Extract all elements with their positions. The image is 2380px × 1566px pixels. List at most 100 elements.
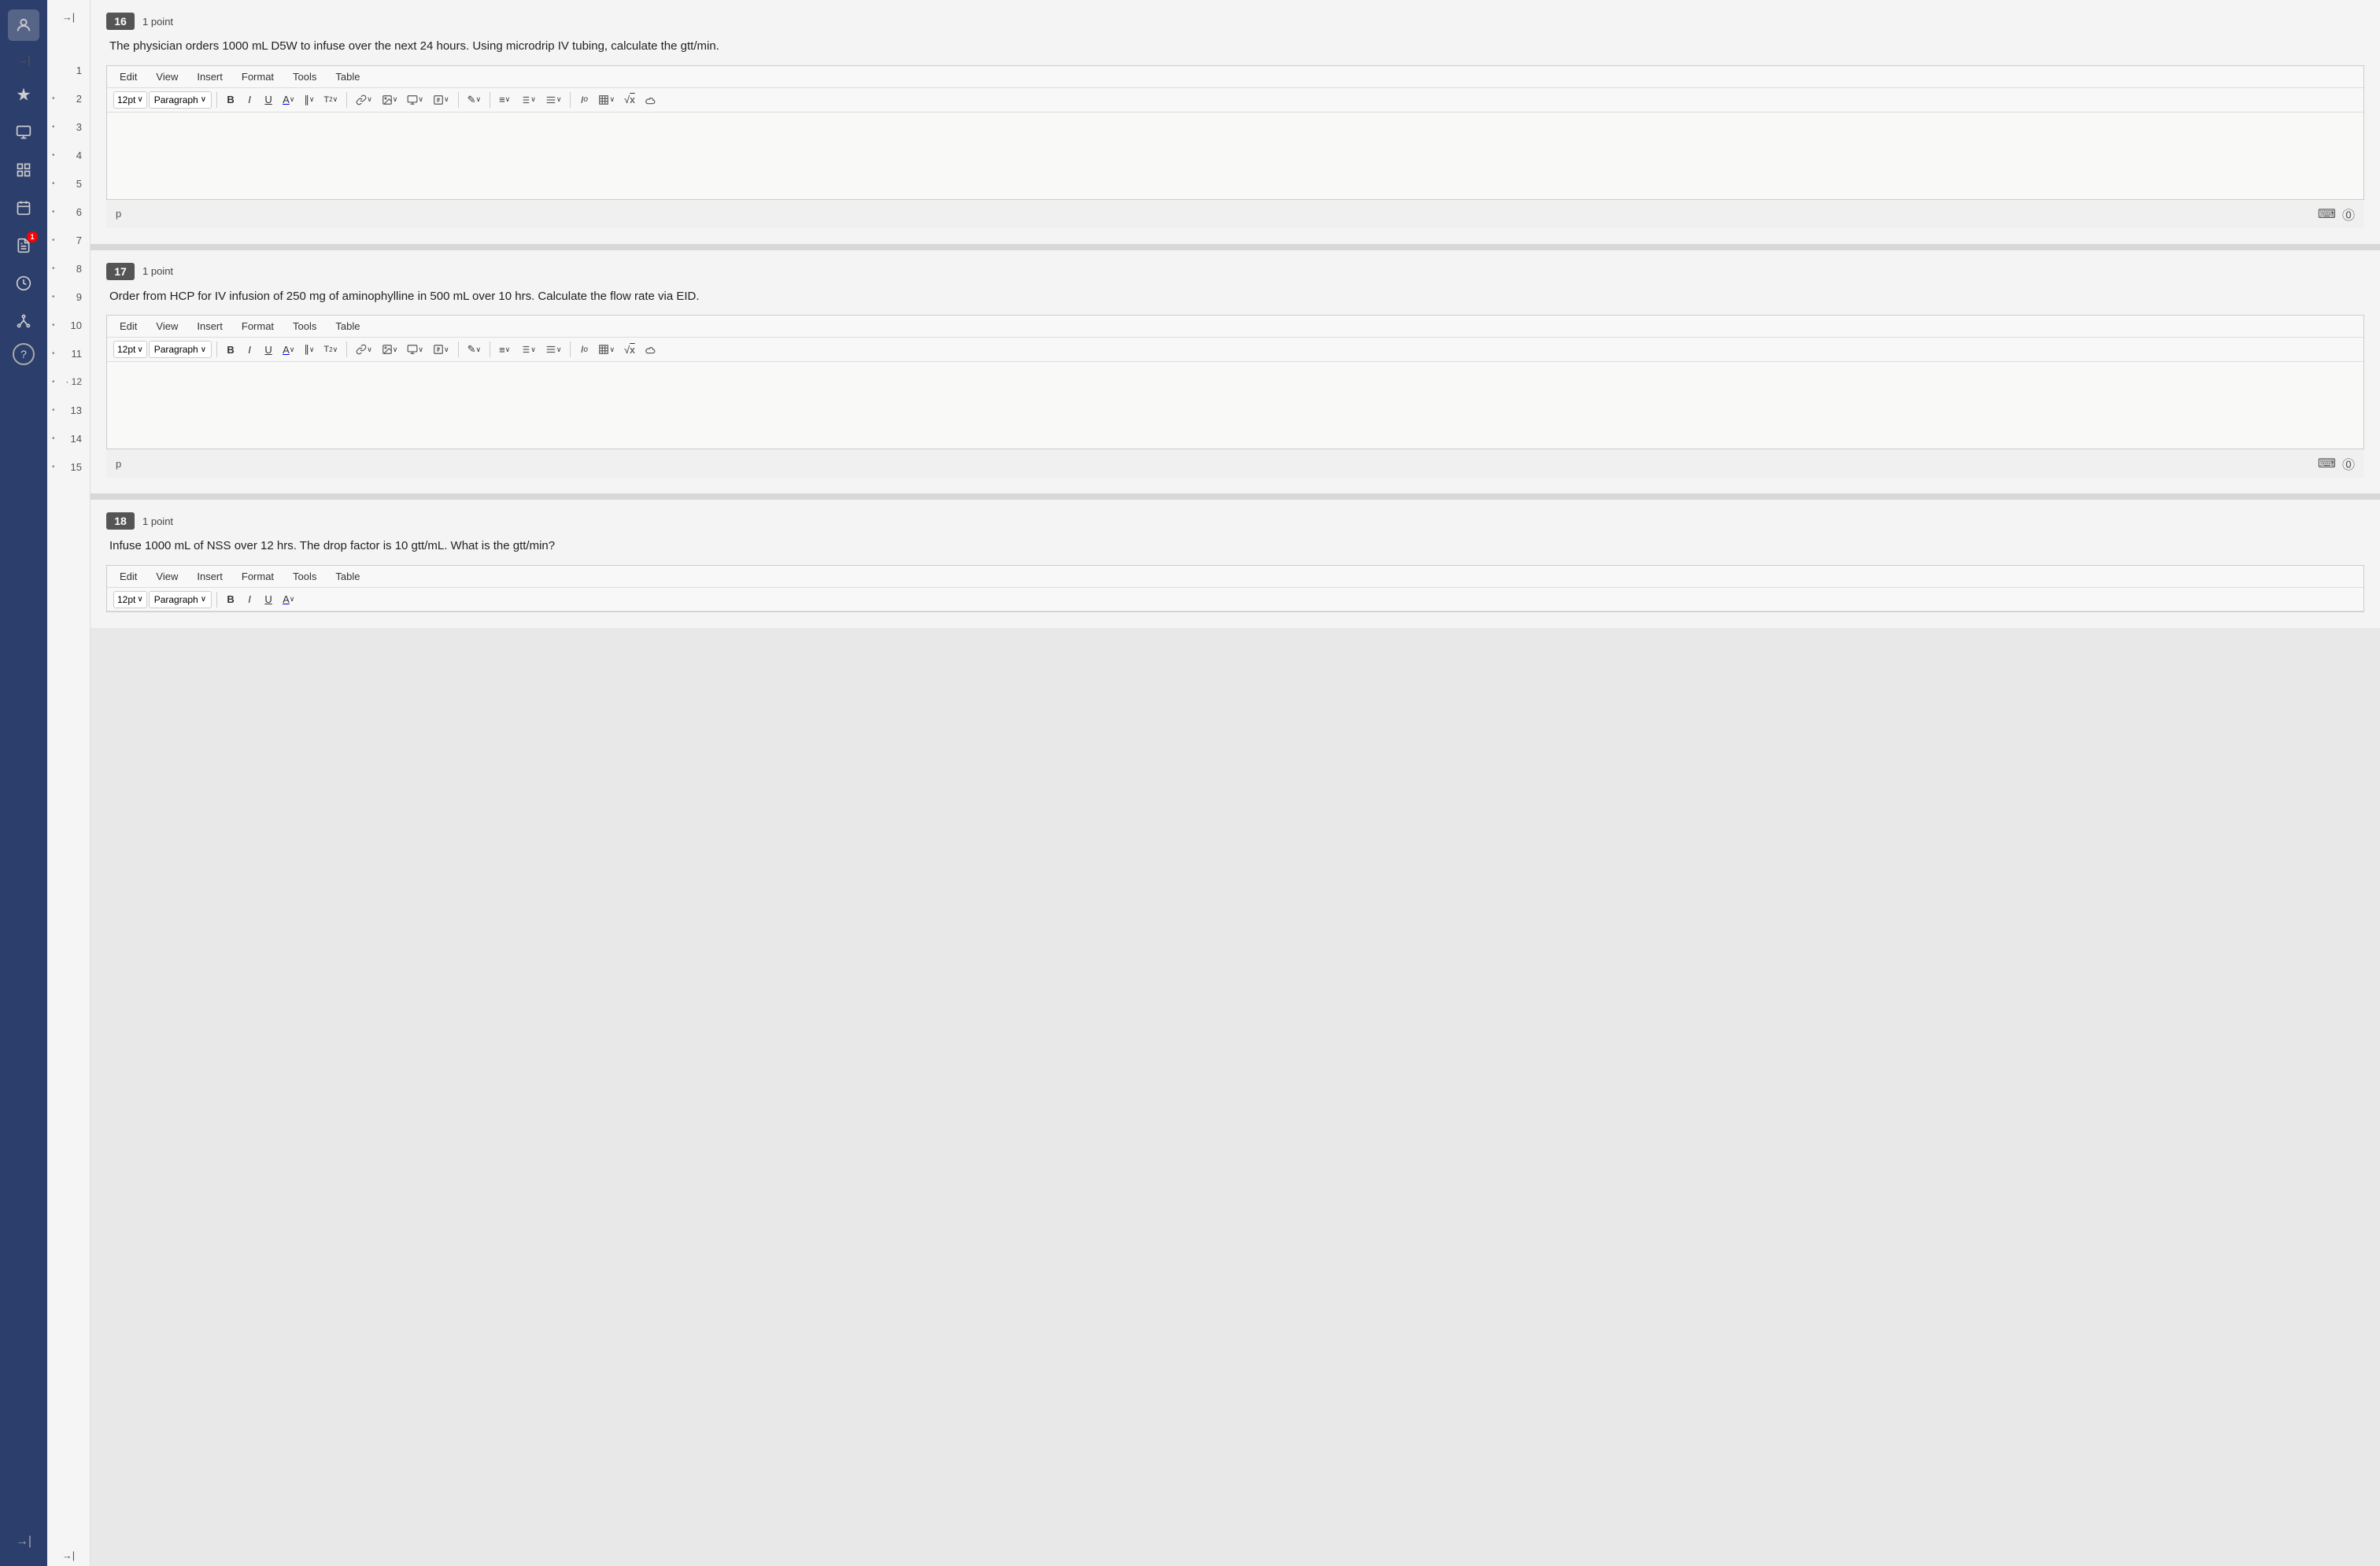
editor-16-body[interactable] bbox=[107, 113, 2363, 199]
spell-btn-16[interactable]: ✎ ∨ bbox=[464, 91, 486, 109]
network-icon[interactable] bbox=[8, 305, 39, 337]
paragraph-16[interactable]: Paragraph ∨ bbox=[149, 91, 212, 109]
question-18-block: 18 1 point Infuse 1000 mL of NSS over 12… bbox=[91, 500, 2380, 628]
num-5[interactable]: 5 bbox=[47, 169, 90, 198]
menu-format-18[interactable]: Format bbox=[238, 569, 277, 584]
monitor-icon[interactable] bbox=[8, 116, 39, 148]
menu-format-16[interactable]: Format bbox=[238, 69, 277, 84]
link-btn-16[interactable]: ∨ bbox=[352, 91, 376, 109]
nav-arrow-bottom[interactable]: →| bbox=[62, 1549, 75, 1561]
list-btn-16[interactable]: ∨ bbox=[516, 91, 540, 109]
superscript-btn-16[interactable]: T2 ∨ bbox=[320, 91, 342, 109]
indent-btn-17[interactable]: ∨ bbox=[541, 341, 566, 358]
keyboard-icon-16[interactable]: ⌨ bbox=[2318, 206, 2336, 222]
embed-btn-16[interactable]: ∨ bbox=[429, 91, 453, 109]
num-12[interactable]: · 12 bbox=[47, 367, 90, 396]
media-btn-16[interactable]: ∨ bbox=[403, 91, 427, 109]
font-color-btn-17[interactable]: A ∨ bbox=[279, 341, 298, 358]
num-10[interactable]: 10 bbox=[47, 311, 90, 339]
italic-btn-16[interactable]: I bbox=[241, 91, 258, 109]
sqrt-btn-17[interactable]: √x bbox=[620, 341, 639, 358]
media-btn-17[interactable]: ∨ bbox=[403, 341, 427, 358]
font-size-17[interactable]: 12pt ∨ bbox=[113, 341, 147, 358]
menu-table-18[interactable]: Table bbox=[332, 569, 363, 584]
image-btn-17[interactable]: ∨ bbox=[378, 341, 402, 358]
help-icon[interactable]: ? bbox=[13, 343, 35, 365]
calendar-icon[interactable] bbox=[8, 192, 39, 223]
image-btn-16[interactable]: ∨ bbox=[378, 91, 402, 109]
num-6[interactable]: 6 bbox=[47, 198, 90, 226]
table-btn-17[interactable]: ∨ bbox=[594, 341, 619, 358]
menu-tools-17[interactable]: Tools bbox=[290, 319, 320, 334]
italic-btn-17[interactable]: I bbox=[241, 341, 258, 358]
align-btn-16[interactable]: ≡∨ bbox=[495, 91, 514, 109]
menu-insert-16[interactable]: Insert bbox=[194, 69, 226, 84]
font-color-btn-16[interactable]: A ∨ bbox=[279, 91, 298, 109]
link-btn-17[interactable]: ∨ bbox=[352, 341, 376, 358]
format-btn-16[interactable]: Io bbox=[575, 91, 593, 109]
num-14[interactable]: 14 bbox=[47, 424, 90, 452]
num-15[interactable]: 15 bbox=[47, 452, 90, 481]
bold-btn-17[interactable]: B bbox=[222, 341, 239, 358]
bold-btn-18[interactable]: B bbox=[222, 591, 239, 608]
num-3[interactable]: 3 bbox=[47, 113, 90, 141]
underline-btn-18[interactable]: U bbox=[260, 591, 277, 608]
table-btn-16[interactable]: ∨ bbox=[594, 91, 619, 109]
menu-edit-17[interactable]: Edit bbox=[116, 319, 140, 334]
menu-view-17[interactable]: View bbox=[153, 319, 181, 334]
num-7[interactable]: 7 bbox=[47, 226, 90, 254]
user-icon[interactable] bbox=[8, 9, 39, 41]
menu-table-17[interactable]: Table bbox=[332, 319, 363, 334]
paragraph-17[interactable]: Paragraph ∨ bbox=[149, 341, 212, 358]
highlight-btn-17[interactable]: ∥∨ bbox=[300, 341, 318, 358]
format-btn-17[interactable]: Io bbox=[575, 341, 593, 358]
menu-table-16[interactable]: Table bbox=[332, 69, 363, 84]
menu-view-16[interactable]: View bbox=[153, 69, 181, 84]
highlight-btn-16[interactable]: ∥ ∨ bbox=[300, 91, 318, 109]
menu-format-17[interactable]: Format bbox=[238, 319, 277, 334]
document-badge-icon[interactable] bbox=[8, 230, 39, 261]
arrow-right-top-icon[interactable]: →| bbox=[17, 54, 31, 66]
num-4[interactable]: 4 bbox=[47, 141, 90, 169]
menu-insert-18[interactable]: Insert bbox=[194, 569, 226, 584]
indent-btn-16[interactable]: ∨ bbox=[541, 91, 566, 109]
bookmark-star-icon[interactable] bbox=[8, 79, 39, 110]
clock-icon[interactable] bbox=[8, 268, 39, 299]
accessibility-icon-17[interactable]: ⓪ bbox=[2342, 454, 2355, 473]
paragraph-18[interactable]: Paragraph ∨ bbox=[149, 591, 212, 608]
cloud-btn-16[interactable] bbox=[641, 91, 660, 109]
collapse-icon[interactable]: →| bbox=[16, 1535, 31, 1549]
font-color-btn-18[interactable]: A ∨ bbox=[279, 591, 298, 608]
underline-btn-16[interactable]: U bbox=[260, 91, 277, 109]
menu-insert-17[interactable]: Insert bbox=[194, 319, 226, 334]
bold-btn-16[interactable]: B bbox=[222, 91, 239, 109]
menu-view-18[interactable]: View bbox=[153, 569, 181, 584]
spell-btn-17[interactable]: ✎ ∨ bbox=[464, 341, 486, 358]
underline-btn-17[interactable]: U bbox=[260, 341, 277, 358]
num-9[interactable]: 9 bbox=[47, 283, 90, 311]
num-1[interactable]: 1 bbox=[47, 56, 90, 84]
font-size-18[interactable]: 12pt ∨ bbox=[113, 591, 147, 608]
question-17-text: Order from HCP for IV infusion of 250 mg… bbox=[106, 288, 2364, 306]
num-13[interactable]: 13 bbox=[47, 396, 90, 424]
align-btn-17[interactable]: ≡∨ bbox=[495, 341, 514, 358]
num-11[interactable]: 11 bbox=[47, 339, 90, 367]
menu-edit-18[interactable]: Edit bbox=[116, 569, 140, 584]
menu-edit-16[interactable]: Edit bbox=[116, 69, 140, 84]
list-btn-17[interactable]: ∨ bbox=[516, 341, 540, 358]
layout-grid-icon[interactable] bbox=[8, 154, 39, 186]
num-2[interactable]: 2 bbox=[47, 84, 90, 113]
num-8[interactable]: 8 bbox=[47, 254, 90, 283]
menu-tools-18[interactable]: Tools bbox=[290, 569, 320, 584]
sqrt-btn-16[interactable]: √x bbox=[620, 91, 639, 109]
embed-btn-17[interactable]: ∨ bbox=[429, 341, 453, 358]
menu-tools-16[interactable]: Tools bbox=[290, 69, 320, 84]
font-size-16[interactable]: 12pt ∨ bbox=[113, 91, 147, 109]
keyboard-icon-17[interactable]: ⌨ bbox=[2318, 456, 2336, 471]
nav-arrow-top[interactable]: →| bbox=[62, 11, 75, 23]
superscript-btn-17[interactable]: T2∨ bbox=[320, 341, 342, 358]
accessibility-icon-16[interactable]: ⓪ bbox=[2342, 205, 2355, 223]
italic-btn-18[interactable]: I bbox=[241, 591, 258, 608]
cloud-btn-17[interactable] bbox=[641, 341, 660, 358]
editor-17-body[interactable] bbox=[107, 362, 2363, 449]
